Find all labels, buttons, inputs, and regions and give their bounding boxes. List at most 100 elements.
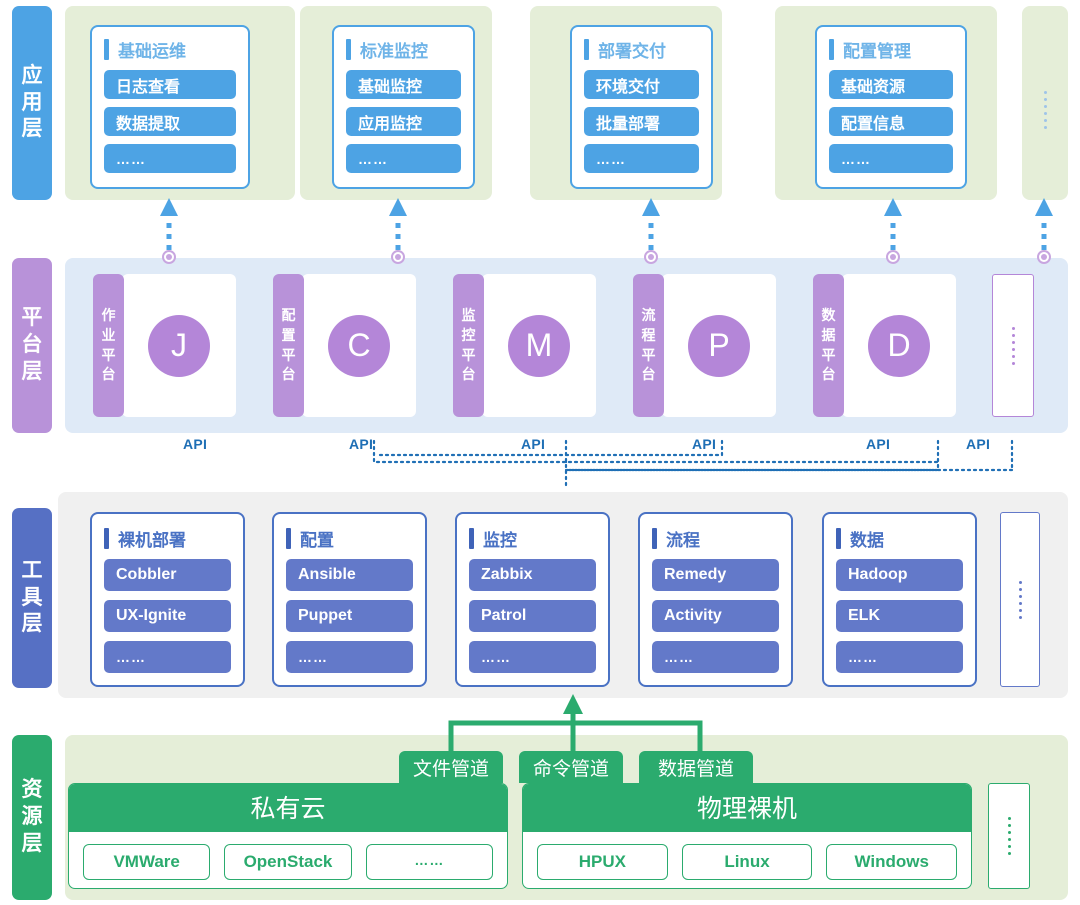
api-label-2: API [521, 436, 546, 452]
tool-card-1-item-1[interactable]: Puppet [286, 600, 413, 632]
plat-2-c2: 平 [461, 346, 476, 363]
accent-bar-icon [829, 38, 834, 60]
tool-card-0-item-0[interactable]: Cobbler [104, 559, 231, 591]
tool-card-3-item-1[interactable]: Activity [652, 600, 779, 632]
tool-card-2-title: 监控 [483, 530, 517, 550]
tool-card-4[interactable]: 数据 Hadoop ELK …… [822, 512, 977, 687]
tool-card-1-item-0[interactable]: Ansible [286, 559, 413, 591]
pipe-0[interactable]: 文件管道 [399, 751, 503, 783]
resource-group-1-item-2[interactable]: Windows [826, 844, 958, 880]
accent-bar-icon [286, 527, 291, 549]
resource-group-1-item-0[interactable]: HPUX [537, 844, 668, 880]
plat-1-c0: 配 [281, 306, 296, 323]
tool-card-2[interactable]: 监控 Zabbix Patrol …… [455, 512, 610, 687]
platform-item-3[interactable]: 流 程 平 台 P [633, 274, 776, 417]
layer-tab-platform-char-2: 层 [21, 359, 43, 383]
app-card-3[interactable]: 配置管理 基础资源 配置信息 …… [815, 25, 967, 189]
app-card-0-title: 基础运维 [118, 41, 186, 61]
app-card-2[interactable]: 部署交付 环境交付 批量部署 …… [570, 25, 713, 189]
connector-app-3 [884, 198, 902, 264]
platform-item-1[interactable]: 配 置 平 台 C [273, 274, 416, 417]
plat-3-c2: 平 [641, 346, 656, 363]
tool-card-3-item-0[interactable]: Remedy [652, 559, 779, 591]
plat-2-c0: 监 [461, 306, 476, 323]
connector-app-1 [389, 198, 407, 264]
app-card-1-item-0[interactable]: 基础监控 [346, 70, 461, 99]
plat-0-c1: 业 [101, 326, 116, 343]
tool-card-4-item-1[interactable]: ELK [836, 600, 963, 632]
app-card-0-item-0[interactable]: 日志查看 [104, 70, 236, 99]
tool-card-1-item-2[interactable]: …… [286, 641, 413, 673]
resource-group-0-item-0[interactable]: VMWare [83, 844, 211, 880]
resource-group-0-item-1[interactable]: OpenStack [224, 844, 352, 880]
api-label-5: API [966, 436, 991, 452]
resource-group-1[interactable]: 物理裸机 HPUX Linux Windows [522, 783, 972, 889]
tool-card-2-item-2[interactable]: …… [469, 641, 596, 673]
app-card-0[interactable]: 基础运维 日志查看 数据提取 …… [90, 25, 250, 189]
layer-tab-application-char-2: 层 [21, 117, 43, 141]
api-label-4: API [866, 436, 891, 452]
tool-card-4-title: 数据 [850, 530, 884, 550]
layer-tab-application-char-1: 用 [21, 90, 43, 114]
tool-card-3[interactable]: 流程 Remedy Activity …… [638, 512, 793, 687]
app-card-1[interactable]: 标准监控 基础监控 应用监控 …… [332, 25, 475, 189]
layer-tab-resource: 资 源 层 [12, 735, 52, 900]
resource-more-indicator [988, 783, 1030, 889]
tool-card-0-item-1[interactable]: UX-Ignite [104, 600, 231, 632]
accent-bar-icon [836, 527, 841, 549]
tool-card-1-header: 配置 [286, 526, 413, 550]
tool-card-4-item-2[interactable]: …… [836, 641, 963, 673]
layer-tab-application: 应 用 层 [12, 6, 52, 200]
app-card-1-item-2[interactable]: …… [346, 144, 461, 173]
tool-card-4-header: 数据 [836, 526, 963, 550]
plat-1-c3: 台 [281, 366, 296, 383]
resource-group-0-item-2[interactable]: …… [365, 844, 493, 880]
layer-tab-platform-char-1: 台 [21, 333, 43, 357]
connector-app-more [1035, 198, 1053, 264]
app-card-3-item-1[interactable]: 配置信息 [829, 107, 953, 136]
app-card-3-title: 配置管理 [843, 41, 911, 61]
pipe-1[interactable]: 命令管道 [519, 751, 623, 783]
layer-tab-platform-char-0: 平 [21, 306, 43, 330]
app-card-2-item-0[interactable]: 环境交付 [584, 70, 699, 99]
platform-item-4[interactable]: 数 据 平 台 D [813, 274, 956, 417]
app-card-0-item-2[interactable]: …… [104, 144, 236, 173]
plat-4-c3: 台 [821, 366, 836, 383]
accent-bar-icon [584, 38, 589, 60]
tool-card-2-item-1[interactable]: Patrol [469, 600, 596, 632]
plat-3-c3: 台 [641, 366, 656, 383]
layer-tab-tool-char-0: 工 [21, 558, 43, 582]
app-card-1-item-1[interactable]: 应用监控 [346, 107, 461, 136]
plat-4-c1: 据 [821, 326, 836, 343]
app-card-2-item-2[interactable]: …… [584, 144, 699, 173]
platform-item-0[interactable]: 作 业 平 台 J [93, 274, 236, 417]
app-card-3-header: 配置管理 [829, 37, 953, 61]
platform-item-4-initial: D [868, 314, 930, 377]
api-label-3: API [692, 436, 717, 452]
pipe-2[interactable]: 数据管道 [639, 751, 753, 783]
plat-3-c0: 流 [641, 306, 656, 323]
tool-card-1[interactable]: 配置 Ansible Puppet …… [272, 512, 427, 687]
platform-item-2[interactable]: 监 控 平 台 M [453, 274, 596, 417]
resource-group-1-item-1[interactable]: Linux [681, 844, 813, 880]
app-card-3-item-2[interactable]: …… [829, 144, 953, 173]
tool-card-4-item-0[interactable]: Hadoop [836, 559, 963, 591]
resource-group-1-title: 物理裸机 [523, 784, 971, 832]
tool-card-3-item-2[interactable]: …… [652, 641, 779, 673]
app-card-3-item-0[interactable]: 基础资源 [829, 70, 953, 99]
app-card-2-item-1[interactable]: 批量部署 [584, 107, 699, 136]
tool-card-1-title: 配置 [300, 530, 334, 550]
platform-item-2-label: 监 控 平 台 [453, 274, 484, 417]
tool-card-0[interactable]: 裸机部署 Cobbler UX-Ignite …… [90, 512, 245, 687]
app-card-0-item-1[interactable]: 数据提取 [104, 107, 236, 136]
tool-card-2-item-0[interactable]: Zabbix [469, 559, 596, 591]
platform-item-1-initial: C [328, 314, 390, 377]
platform-item-1-label: 配 置 平 台 [273, 274, 304, 417]
platform-item-2-initial: M [508, 314, 570, 377]
app-platform-connectors [160, 198, 1053, 264]
plat-4-c2: 平 [821, 346, 836, 363]
resource-group-0[interactable]: 私有云 VMWare OpenStack …… [68, 783, 508, 889]
platform-item-0-box: J [122, 274, 236, 417]
vertical-ellipsis-icon [1011, 326, 1015, 365]
tool-card-0-item-2[interactable]: …… [104, 641, 231, 673]
